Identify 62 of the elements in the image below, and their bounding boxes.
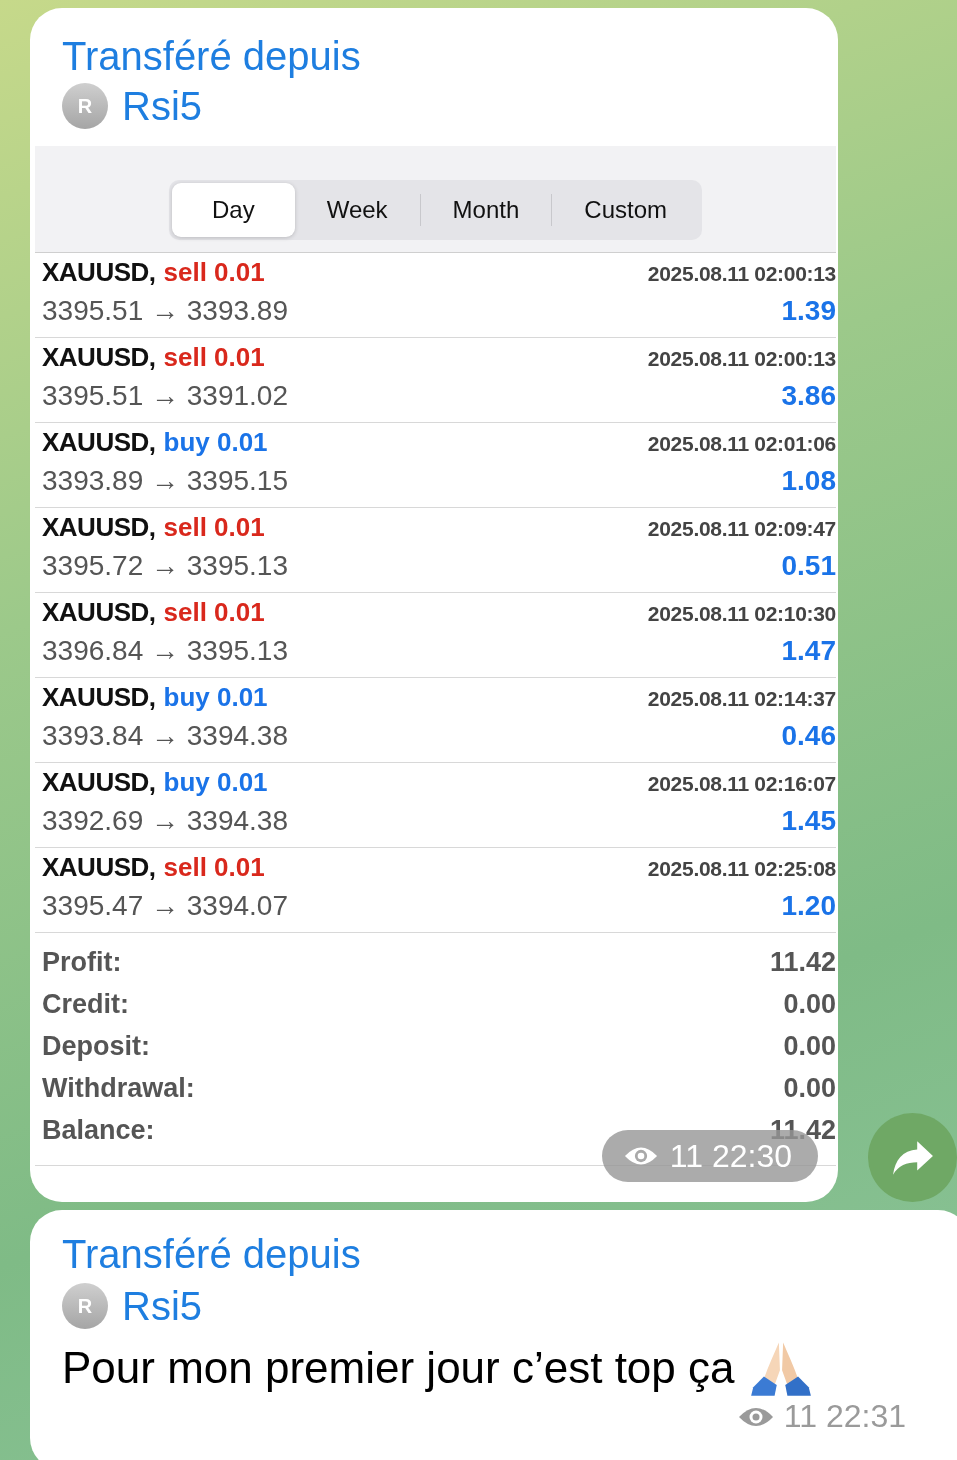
summary-value: 11.42 [769, 947, 836, 978]
price-range: 3395.51 → 3391.02 [42, 380, 288, 412]
trade-symbol: XAUUSD, [42, 597, 156, 628]
trade-symbol: XAUUSD, [42, 427, 156, 458]
price-range: 3395.72 → 3395.13 [42, 550, 288, 582]
price-range: 3393.84 → 3394.38 [42, 720, 288, 752]
forwarded-label: Transféré depuis [62, 1231, 362, 1278]
avatar: R [62, 1283, 108, 1329]
trade-time: 2025.08.11 02:00:13 [647, 262, 836, 286]
period-tab[interactable]: Custom [552, 183, 699, 237]
trade-direction: buy 0.01 [163, 767, 268, 798]
price-range: 3395.47 → 3394.07 [42, 890, 288, 922]
summary-label: Withdrawal: [42, 1073, 195, 1104]
trade-profit: 0.51 [781, 550, 836, 582]
trade-direction: sell 0.01 [163, 852, 265, 883]
trade-symbol: XAUUSD, [42, 852, 156, 883]
trade-time: 2025.08.11 02:10:30 [647, 602, 836, 626]
price-range: 3393.89 → 3395.15 [42, 465, 288, 497]
forwarded-label: Transféré depuis [62, 33, 362, 80]
trade-symbol: XAUUSD, [42, 512, 156, 543]
trade-time: 2025.08.11 02:14:37 [647, 687, 836, 711]
trade-time: 2025.08.11 02:01:06 [647, 432, 836, 456]
trade-direction: sell 0.01 [163, 597, 265, 628]
summary-label: Credit: [42, 989, 129, 1020]
trade-profit: 0.46 [781, 720, 836, 752]
trade-time: 2025.08.11 02:16:07 [647, 772, 836, 796]
period-tab[interactable]: Month [420, 183, 552, 237]
trade-profit: 1.45 [781, 805, 836, 837]
price-range: 3392.69 → 3394.38 [42, 805, 288, 837]
trade-time: 2025.08.11 02:25:08 [647, 857, 836, 881]
trade-direction: buy 0.01 [163, 427, 268, 458]
sender-name[interactable]: Rsi5 [122, 80, 203, 132]
summary-value: 0.00 [783, 1031, 836, 1062]
trade-time: 2025.08.11 02:00:13 [647, 347, 836, 371]
summary-label: Balance: [42, 1115, 155, 1146]
trade-time: 2025.08.11 02:09:47 [647, 517, 836, 541]
trade-profit: 1.20 [781, 890, 836, 922]
trade-symbol: XAUUSD, [42, 767, 156, 798]
trade-profit: 1.08 [781, 465, 836, 497]
trade-symbol: XAUUSD, [42, 257, 156, 288]
summary-value: 0.00 [783, 1073, 836, 1104]
trade-profit: 1.47 [781, 635, 836, 667]
summary-value: 0.00 [783, 989, 836, 1020]
trade-profit: 1.39 [781, 295, 836, 327]
summary-label: Profit: [42, 947, 122, 978]
avatar: R [62, 83, 108, 129]
summary-label: Deposit: [42, 1031, 150, 1062]
message-timestamp: 11 22:31 [62, 1398, 906, 1435]
share-arrow-icon [891, 1138, 934, 1177]
trade-symbol: XAUUSD, [42, 342, 156, 373]
trade-symbol: XAUUSD, [42, 682, 156, 713]
trade-profit: 3.86 [781, 380, 836, 412]
price-range: 3395.51 → 3393.89 [42, 295, 288, 327]
period-tab[interactable]: Day [172, 183, 295, 237]
trade-direction: sell 0.01 [163, 257, 265, 288]
trade-direction: buy 0.01 [163, 682, 268, 713]
price-range: 3396.84 → 3395.13 [42, 635, 288, 667]
message-text: Pour mon premier jour c’est top ça [62, 1342, 735, 1394]
trade-direction: sell 0.01 [163, 512, 265, 543]
period-tab[interactable]: Week [294, 183, 420, 237]
sender-name[interactable]: Rsi5 [122, 1280, 203, 1332]
trade-direction: sell 0.01 [163, 342, 265, 373]
